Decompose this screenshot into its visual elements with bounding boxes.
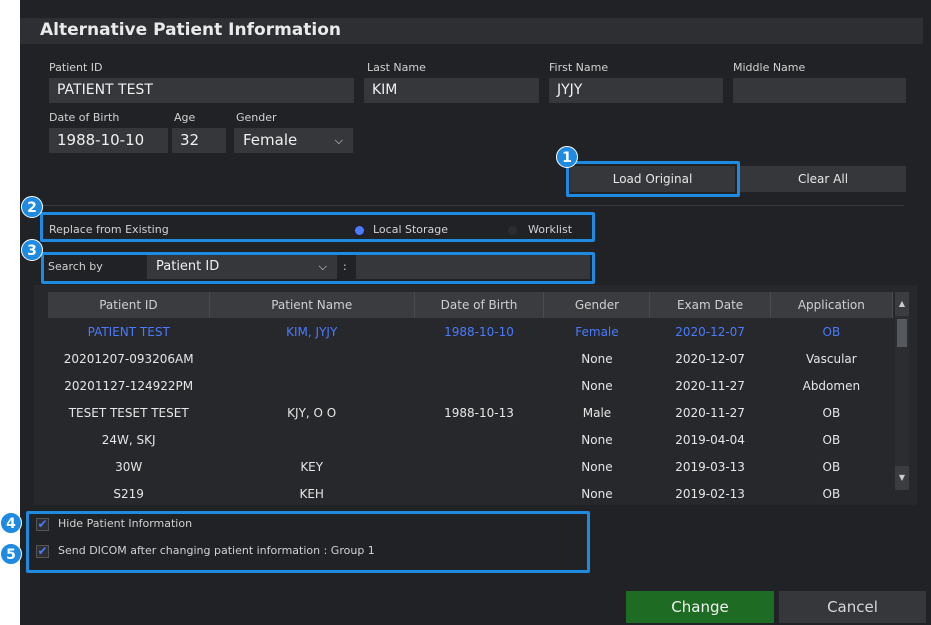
cell: Abdomen [802,378,861,393]
cell: 20201207-093206AM [63,351,194,366]
dob-input[interactable]: 1988-10-10 [49,128,168,153]
callout-badge-2: 2 [21,196,43,218]
cell [414,345,544,372]
cell: 2020-12-07 [675,324,745,339]
cell: Male [582,405,612,420]
header-exam-date[interactable]: Exam Date [649,292,771,318]
gender-select[interactable]: Female ⌵ [234,128,353,153]
table-row[interactable]: S219 KEH None 2019-02-13 OB [48,480,893,507]
first-name-label: First Name [549,61,609,74]
highlight-box-2 [40,212,595,242]
cell: OB [822,459,841,474]
middle-name-input[interactable] [733,78,906,103]
change-button[interactable]: Change [626,591,774,623]
cell: 24W, SKJ [101,432,156,447]
cell: 20201127-124922PM [64,378,194,393]
cell: 30W [115,459,143,474]
middle-name-label: Middle Name [733,61,806,74]
cell: KEY [300,459,324,474]
cell: TESET TESET TESET [68,405,189,420]
cell: None [581,378,613,393]
cell [209,345,414,372]
cell [414,453,544,480]
cell: KIM, JYJY [286,324,338,339]
dob-label: Date of Birth [49,111,120,124]
cell: 2020-11-27 [675,405,745,420]
header-gender[interactable]: Gender [543,292,651,318]
callout-badge-5: 5 [0,543,22,565]
cell [414,426,544,453]
cell: None [581,351,613,366]
header-patient-name[interactable]: Patient Name [209,292,415,318]
table-row[interactable]: PATIENT TEST KIM, JYJY 1988-10-10 Female… [48,318,893,345]
cell: Female [575,324,619,339]
highlight-box-1 [566,161,740,197]
cell [414,372,544,399]
cell: OB [822,405,841,420]
callout-badge-3: 3 [21,239,43,261]
cell: 2019-02-13 [675,486,745,501]
age-label: Age [174,111,196,124]
clear-all-button[interactable]: Clear All [740,166,906,192]
table-row[interactable]: 20201207-093206AM None 2020-12-07 Vascul… [48,345,893,372]
gender-label: Gender [236,111,277,124]
cell: None [581,432,613,447]
scroll-up-arrow-icon[interactable]: ▲ [895,292,909,316]
cell: OB [822,324,841,339]
cell: KEH [299,486,324,501]
highlight-box-3 [41,252,595,284]
highlight-box-4-5 [26,511,590,573]
last-name-label: Last Name [367,61,426,74]
header-application[interactable]: Application [770,292,894,318]
last-name-input[interactable]: KIM [364,78,539,103]
cell: OB [822,486,841,501]
cell: Vascular [805,351,857,366]
cell: S219 [113,486,144,501]
cell: None [581,486,613,501]
results-table: Patient ID Patient Name Date of Birth Ge… [48,292,894,507]
chevron-down-icon: ⌵ [334,134,343,147]
cell: 2020-11-27 [675,378,745,393]
callout-badge-4: 4 [0,512,22,534]
table-row[interactable]: 24W, SKJ None 2019-04-04 OB [48,426,893,453]
scrollbar[interactable]: ▲ ▼ [895,292,909,490]
table-row[interactable]: 20201127-124922PM None 2020-11-27 Abdome… [48,372,893,399]
header-dob[interactable]: Date of Birth [414,292,545,318]
scrollbar-thumb[interactable] [897,319,907,347]
scroll-down-arrow-icon[interactable]: ▼ [895,466,909,490]
patient-id-label: Patient ID [49,61,103,74]
callout-badge-1: 1 [556,146,578,168]
cell: 2019-04-04 [675,432,745,447]
dialog-title: Alternative Patient Information [40,20,341,40]
cell: None [581,459,613,474]
divider [34,205,904,206]
cell [414,480,544,507]
patient-id-input[interactable]: PATIENT TEST [49,78,354,103]
cell [209,426,414,453]
table-row[interactable]: TESET TESET TESET KJY, O O 1988-10-13 Ma… [48,399,893,426]
cell: 1988-10-13 [444,405,514,420]
age-input[interactable]: 32 [172,128,226,153]
table-row[interactable]: 30W KEY None 2019-03-13 OB [48,453,893,480]
cell [209,372,414,399]
cell: PATIENT TEST [87,324,170,339]
first-name-input[interactable]: JYJY [549,78,723,103]
cell: KJY, O O [287,405,337,420]
gender-value: Female [243,131,298,149]
cell: 2019-03-13 [675,459,745,474]
cell: OB [822,432,841,447]
cancel-button[interactable]: Cancel [779,591,926,623]
header-patient-id[interactable]: Patient ID [48,292,210,318]
cell: 1988-10-10 [444,324,514,339]
cell: 2020-12-07 [675,351,745,366]
